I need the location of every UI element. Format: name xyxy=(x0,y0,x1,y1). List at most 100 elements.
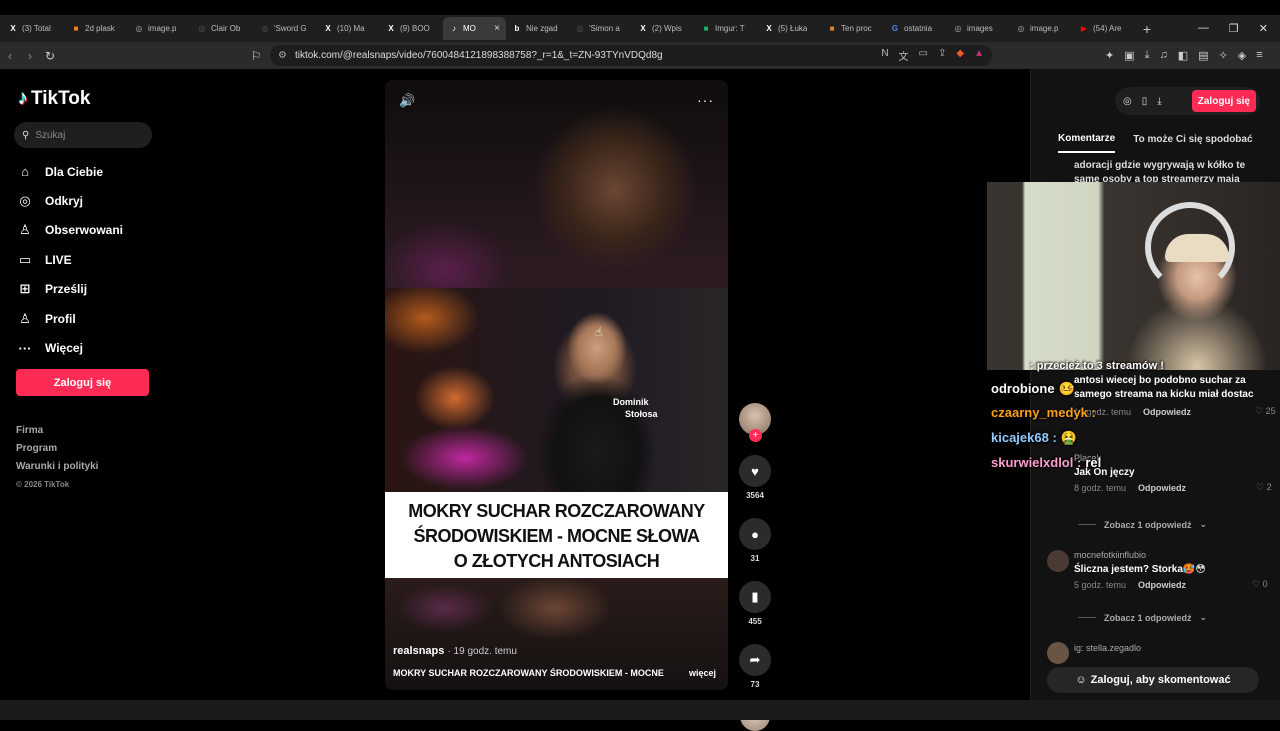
profile-icon: ♙ xyxy=(19,310,31,326)
rewards-icon[interactable]: ▲ xyxy=(974,48,984,63)
browser-tab[interactable]: ◎ image.p xyxy=(1010,17,1073,40)
extensions-icon[interactable]: ✦ xyxy=(1105,49,1114,62)
nav-item-following[interactable]: ♙ Obserwowani xyxy=(17,216,123,245)
tab-title: Ten proc xyxy=(841,24,872,33)
like-count[interactable]: ♡ 0 xyxy=(1252,579,1268,590)
reply-button[interactable]: Odpowiedz xyxy=(1138,580,1186,590)
tiktok-logo[interactable]: ♪ TikTok xyxy=(18,87,90,110)
more-link[interactable]: więcej xyxy=(689,668,716,678)
comment-user[interactable]: Placek xyxy=(1074,453,1272,463)
nav-item-more[interactable]: ··· Więcej xyxy=(17,333,123,362)
tab-comments[interactable]: Komentarze xyxy=(1058,125,1116,153)
new-tab-icon[interactable]: + xyxy=(1136,21,1158,37)
coins-icon[interactable]: ◎ xyxy=(1123,96,1132,107)
close-tab-icon[interactable]: × xyxy=(494,23,500,34)
tab-related[interactable]: To może Ci się spodobać xyxy=(1133,125,1252,153)
video-author[interactable]: realsnaps · 19 godz. temu xyxy=(393,645,517,657)
like-action[interactable]: ♥ 3564 xyxy=(737,455,773,500)
see-replies-1[interactable]: Zobacz 1 odpowiedź ⌄ xyxy=(1078,519,1207,530)
browser-tab[interactable]: ◎ 'Sword G xyxy=(254,17,317,40)
browser-tab[interactable]: ◎ images xyxy=(947,17,1010,40)
share-icon[interactable]: ⇪ xyxy=(938,48,946,63)
comment-icon[interactable]: ● xyxy=(739,518,771,550)
nav-item-live[interactable]: ▭ LIVE xyxy=(17,245,123,274)
browser-tab[interactable]: b Nie zgad xyxy=(506,17,569,40)
download-app-icon[interactable]: ⤓ xyxy=(1157,96,1161,107)
browser-tab[interactable]: X (9) BOO xyxy=(380,17,443,40)
comment-avatar[interactable] xyxy=(1047,642,1069,664)
browser-tab[interactable]: ■ Ten proc xyxy=(821,17,884,40)
comments-tabs: Komentarze To może Ci się spodobać xyxy=(1031,125,1280,153)
post-time: · 19 godz. temu xyxy=(447,646,517,657)
like-count[interactable]: ♡ 25 xyxy=(1255,406,1276,417)
mouse-cursor-icon: ☝ xyxy=(595,325,603,339)
translate-icon[interactable]: N xyxy=(881,48,888,63)
browser-tab[interactable]: ◎ Clair Ob xyxy=(191,17,254,40)
footer-link-company[interactable]: Firma xyxy=(16,422,98,440)
restore-icon[interactable]: ❐ xyxy=(1229,22,1239,35)
header-login-button[interactable]: Zaloguj się xyxy=(1191,90,1256,112)
author-avatar[interactable]: + xyxy=(739,403,771,442)
comment-action[interactable]: ● 31 xyxy=(737,518,773,563)
browser-tab[interactable]: ■ 2d plask xyxy=(65,17,128,40)
browser-tab[interactable]: Gostatnia xyxy=(884,17,947,40)
browser-tab[interactable]: X (3) Total xyxy=(2,17,65,40)
save-action[interactable]: ▮ 455 xyxy=(737,581,773,626)
close-window-icon[interactable]: ✕ xyxy=(1259,22,1268,35)
like-count[interactable]: ♡ 2 xyxy=(1256,482,1272,493)
leo-icon[interactable]: ✧ xyxy=(1219,49,1228,62)
login-button[interactable]: Zaloguj się xyxy=(16,369,149,396)
search-input[interactable]: ⚲ Szukaj xyxy=(14,122,152,148)
minimize-icon[interactable]: — xyxy=(1198,22,1209,35)
browser-tab[interactable]: X (2) Wpis xyxy=(632,17,695,40)
browser-tab[interactable]: ◎ image.p xyxy=(128,17,191,40)
footer-link-program[interactable]: Program xyxy=(16,440,98,458)
browser-tab[interactable]: X (10) Ma xyxy=(317,17,380,40)
volume-icon[interactable]: 🔊 xyxy=(399,93,415,109)
browser-tab[interactable]: ■ Imgur: T xyxy=(695,17,758,40)
browser-tab[interactable]: ◎ 'Simon a xyxy=(569,17,632,40)
language-icon[interactable]: 文 xyxy=(899,48,909,63)
reply-button[interactable]: Odpowiedz xyxy=(1143,407,1191,417)
video-player[interactable]: Dominik Stołosa MOKRY SUCHAR ROZCZAROWAN… xyxy=(385,80,728,690)
bookmark-icon[interactable]: ⚐ xyxy=(246,49,266,63)
menu-icon[interactable]: ≡ xyxy=(1256,49,1262,62)
wallet2-icon[interactable]: ▤ xyxy=(1198,49,1208,62)
download-icon[interactable]: ⤓ xyxy=(1145,49,1150,62)
forward-icon[interactable]: › xyxy=(20,49,40,63)
browser-tab[interactable]: X (5) Łuka xyxy=(758,17,821,40)
comment-user[interactable]: mocnefotkiinflubio xyxy=(1074,550,1268,560)
share-action[interactable]: ➦ 73 xyxy=(737,644,773,689)
nav-item-home[interactable]: ⌂ Dla Ciebie xyxy=(17,157,123,186)
comment-user[interactable]: ig: stella.zegadlo xyxy=(1074,643,1141,653)
search-icon: ⚲ xyxy=(22,129,30,141)
address-bar[interactable]: ⚙ tiktok.com/@realsnaps/video/7600484121… xyxy=(270,45,992,66)
brave-shield-icon[interactable]: ◆ xyxy=(956,48,964,63)
vpn-icon[interactable]: ◈ xyxy=(1238,49,1246,62)
comment-login-button[interactable]: ☺ Zaloguj, aby skomentować xyxy=(1047,667,1259,693)
footer-link-terms[interactable]: Warunki i polityki xyxy=(16,458,98,476)
device-icon[interactable]: ▯ xyxy=(1142,96,1148,107)
reply-button[interactable]: Odpowiedz xyxy=(1138,483,1186,493)
nav-item-profile[interactable]: ♙ Profil xyxy=(17,304,123,333)
follow-plus-icon[interactable]: + xyxy=(749,429,762,442)
share-arrow-icon[interactable]: ➦ xyxy=(739,644,771,676)
heart-icon[interactable]: ♥ xyxy=(739,455,771,487)
browser-tab[interactable]: ▶ (54) Are xyxy=(1073,17,1136,40)
browser-tab[interactable]: ♪ MO × xyxy=(443,17,506,40)
bookmark-save-icon[interactable]: ▮ xyxy=(739,581,771,613)
author-name[interactable]: realsnaps xyxy=(393,645,444,657)
media-icon[interactable]: ♫ xyxy=(1160,49,1168,62)
reload-icon[interactable]: ↻ xyxy=(40,49,60,63)
video-more-icon[interactable]: ··· xyxy=(697,92,714,108)
sidebar-icon[interactable]: ◧ xyxy=(1178,49,1188,62)
url-text[interactable]: tiktok.com/@realsnaps/video/760048412189… xyxy=(295,50,663,61)
comment-avatar[interactable] xyxy=(1047,550,1069,572)
see-replies-2[interactable]: Zobacz 1 odpowiedź ⌄ xyxy=(1078,612,1207,623)
site-info-icon[interactable]: ⚙ xyxy=(278,50,287,61)
nav-item-upload[interactable]: ⊞ Prześlij xyxy=(17,275,123,304)
nav-item-explore[interactable]: ◎ Odkryj xyxy=(17,186,123,215)
wallet-icon[interactable]: ▣ xyxy=(1124,49,1134,62)
cast-icon[interactable]: ▭ xyxy=(919,48,928,63)
back-icon[interactable]: ‹ xyxy=(0,49,20,63)
